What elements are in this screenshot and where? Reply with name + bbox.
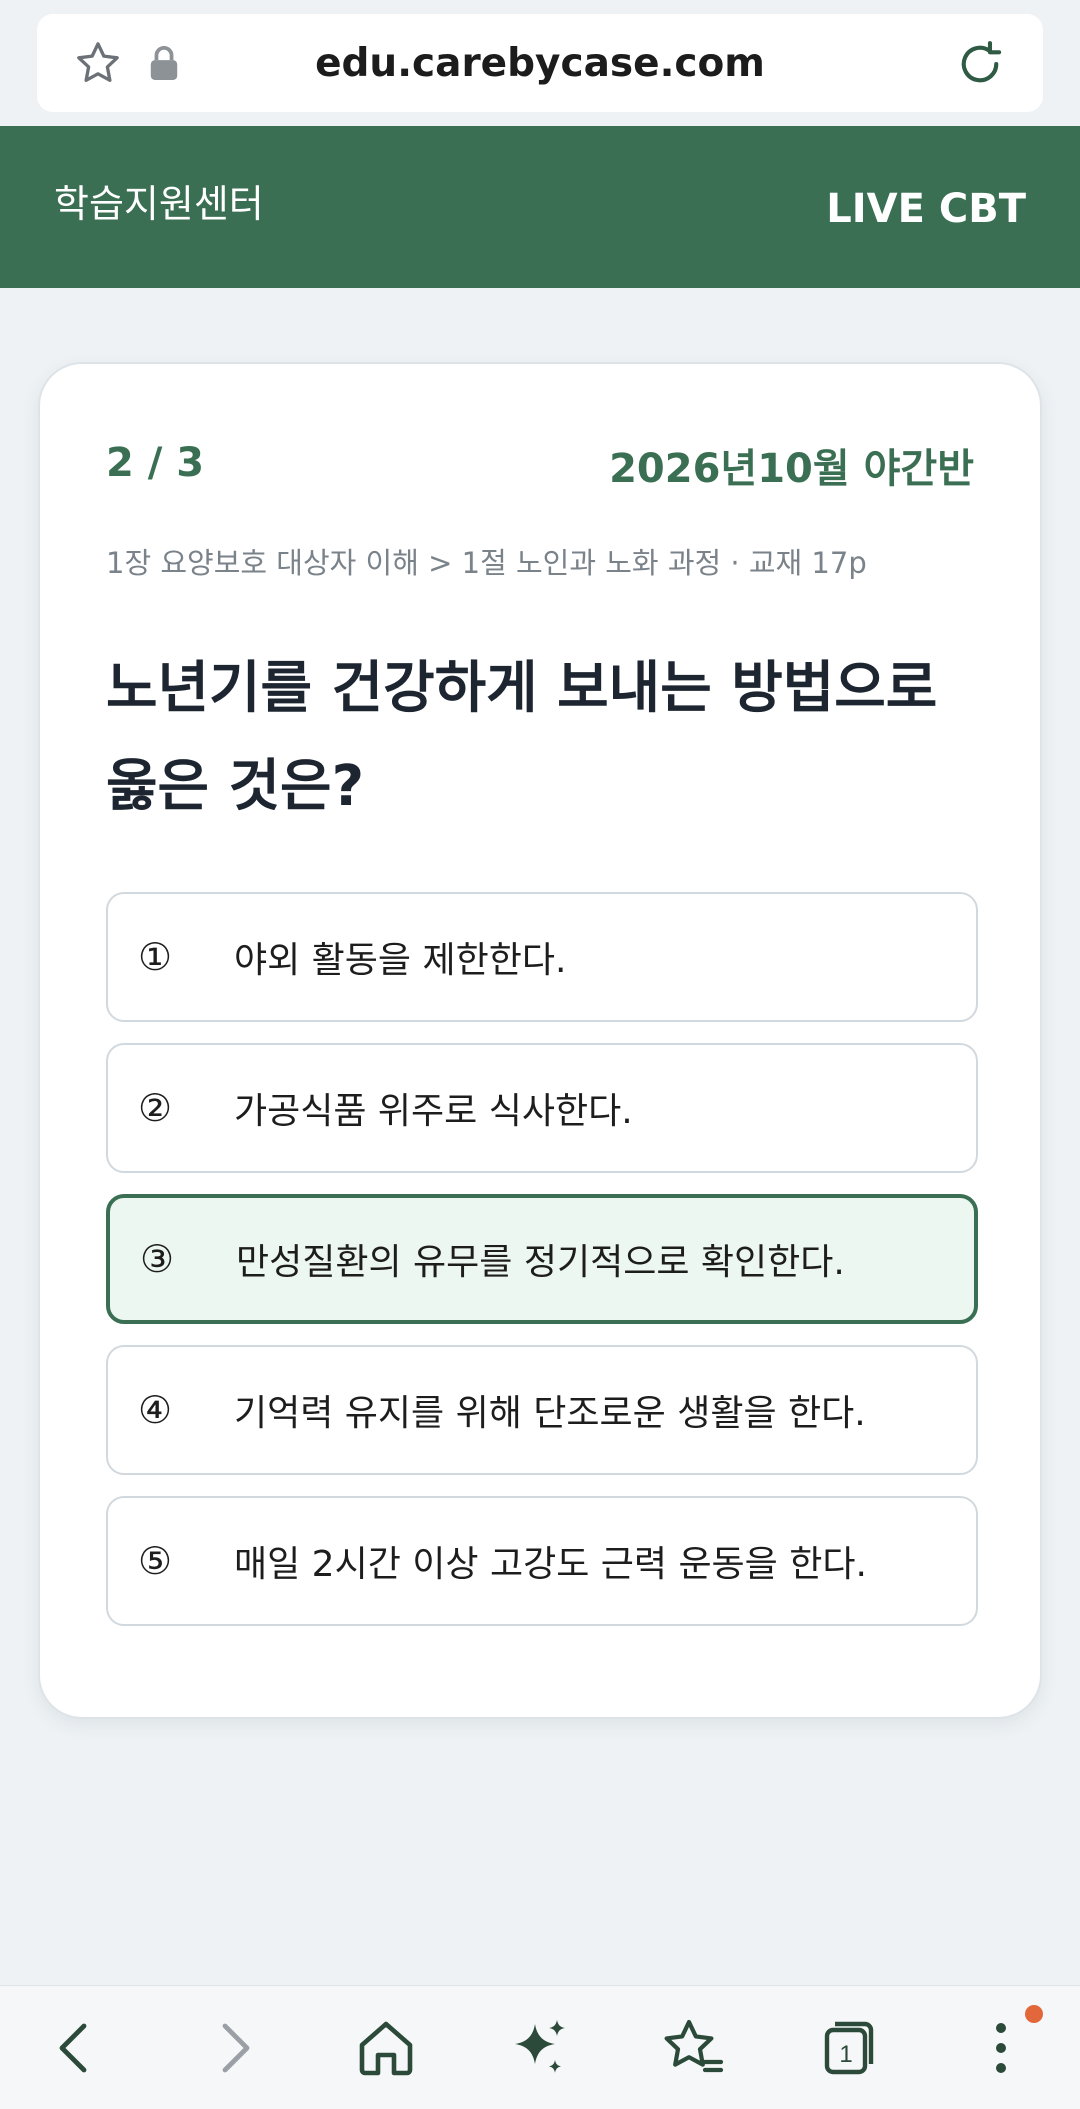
question-card: 2 / 3 2026년10월 야간반 1장 요양보호 대상자 이해 > 1절 노… xyxy=(38,362,1042,1719)
option-text: 기억력 유지를 위해 단조로운 생활을 한다. xyxy=(234,1393,866,1434)
option-number: ⑤ xyxy=(138,1539,173,1583)
notification-dot xyxy=(1025,2005,1043,2023)
option-number: ③ xyxy=(140,1237,175,1281)
breadcrumb: 1장 요양보호 대상자 이해 > 1절 노인과 노화 과정 · 교재 17p xyxy=(106,546,867,580)
tabs-icon: 1 xyxy=(824,2021,874,2075)
option-number: ② xyxy=(138,1086,173,1130)
answer-option-5[interactable]: ⑤ 매일 2시간 이상 고강도 근력 운동을 한다. xyxy=(106,1496,978,1626)
option-number: ① xyxy=(138,935,173,979)
answer-option-4[interactable]: ④ 기억력 유지를 위해 단조로운 생활을 한다. xyxy=(106,1345,978,1475)
sparkle-icon xyxy=(515,2020,565,2073)
question-progress: 2 / 3 xyxy=(106,440,205,486)
answer-option-1[interactable]: ① 야외 활동을 제한한다. xyxy=(106,892,978,1022)
chevron-right-icon xyxy=(222,2023,250,2073)
home-icon xyxy=(359,2021,413,2076)
option-text: 매일 2시간 이상 고강도 근력 운동을 한다. xyxy=(234,1544,867,1585)
answer-option-2[interactable]: ② 가공식품 위주로 식사한다. xyxy=(106,1043,978,1173)
address-bar[interactable]: edu.carebycase.com xyxy=(37,14,1043,112)
back-button[interactable] xyxy=(36,2008,116,2088)
mode-label: LIVE CBT xyxy=(826,186,1026,232)
tabs-button[interactable]: 1 xyxy=(807,2008,887,2088)
answer-option-3[interactable]: ③ 만성질환의 유무를 정기적으로 확인한다. xyxy=(106,1194,978,1324)
app-header: 학습지원센터 LIVE CBT xyxy=(0,126,1080,288)
reload-icon[interactable] xyxy=(954,38,1006,90)
bookmarks-button[interactable] xyxy=(653,2008,733,2088)
answer-options: ① 야외 활동을 제한한다. ② 가공식품 위주로 식사한다. ③ 만성질환의 … xyxy=(106,892,978,1647)
browser-bottom-bar: 1 xyxy=(0,1985,1080,2109)
question-title: 노년기를 건강하게 보내는 방법으로 옳은 것은? xyxy=(106,640,986,836)
home-button[interactable] xyxy=(346,2008,426,2088)
forward-button[interactable] xyxy=(193,2008,273,2088)
bookmark-list-icon xyxy=(664,2019,724,2073)
ai-assistant-button[interactable] xyxy=(499,2008,579,2088)
option-text: 가공식품 위주로 식사한다. xyxy=(234,1091,633,1132)
tab-count: 1 xyxy=(839,2041,852,2068)
option-number: ④ xyxy=(138,1388,173,1432)
question-line-1: 노년기를 건강하게 보내는 방법으로 xyxy=(106,656,938,721)
brand-title[interactable]: 학습지원센터 xyxy=(54,126,264,288)
option-text: 만성질환의 유무를 정기적으로 확인한다. xyxy=(236,1242,845,1283)
question-line-2: 옳은 것은? xyxy=(106,754,365,819)
option-text: 야외 활동을 제한한다. xyxy=(234,940,567,981)
chevron-left-icon xyxy=(59,2023,87,2073)
browser-top-bar: edu.carebycase.com xyxy=(0,0,1080,126)
url-text[interactable]: edu.carebycase.com xyxy=(37,14,1043,112)
session-label: 2026년10월 야간반 xyxy=(609,446,974,492)
